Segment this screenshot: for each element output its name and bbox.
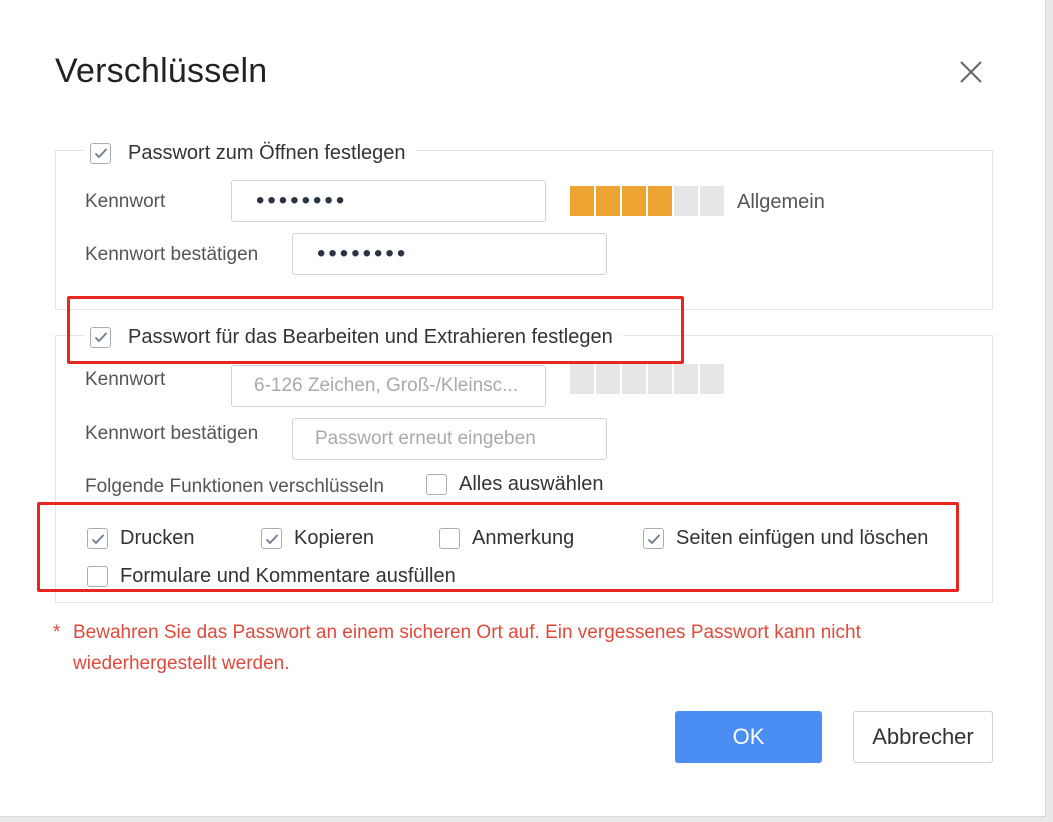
warning-asterisk: * (53, 622, 61, 643)
option-drucken-label: Drucken (120, 527, 195, 549)
option-kopieren[interactable]: Kopieren (261, 527, 374, 550)
edit-password-confirm-input[interactable]: Passwort erneut eingeben (292, 418, 607, 460)
strength-segment (570, 186, 594, 216)
edit-password-input[interactable]: 6-126 Zeichen, Groß-/Kleinsc... (231, 365, 546, 407)
option-drucken[interactable]: Drucken (87, 527, 194, 550)
open-password-strength-text: Allgemein (737, 191, 825, 213)
edit-password-strength-meter (570, 364, 724, 394)
checkmark-icon (91, 533, 104, 544)
warning-message: Bewahren Sie das Passwort an einem siche… (73, 622, 861, 674)
open-password-input[interactable]: •••••••• (231, 180, 546, 222)
option-kopieren-label: Kopieren (294, 527, 375, 549)
strength-segment (674, 186, 698, 216)
warning-text: * Bewahren Sie das Passwort an einem sic… (53, 617, 953, 679)
edit-password-confirm-label: Kennwort bestätigen (85, 423, 259, 444)
cancel-button[interactable]: Abbrecher (853, 711, 993, 763)
close-button[interactable] (956, 57, 986, 87)
encrypt-dialog: Verschlüsseln Passwort zum Öffnen festle… (0, 0, 1046, 817)
option-formulare[interactable]: Formulare und Kommentare ausfüllen (87, 565, 456, 588)
checkmark-icon (647, 533, 660, 544)
edit-password-checkbox-label: Passwort für das Bearbeiten und Extrahie… (128, 325, 613, 348)
functions-label: Folgende Funktionen verschlüsseln (85, 476, 384, 497)
select-all-option[interactable]: Alles auswählen (426, 473, 604, 496)
strength-segment (648, 364, 672, 394)
dialog-title: Verschlüsseln (55, 52, 268, 90)
strength-segment (700, 186, 724, 216)
checkmark-icon (94, 148, 107, 159)
open-password-group (55, 150, 993, 310)
open-password-confirm-label: Kennwort bestätigen (85, 244, 259, 265)
edit-password-legend[interactable]: Passwort für das Bearbeiten und Extrahie… (84, 322, 623, 352)
strength-segment (674, 364, 698, 394)
strength-segment (596, 364, 620, 394)
option-drucken-checkbox[interactable] (87, 528, 108, 549)
checkmark-icon (94, 332, 107, 343)
option-anmerkung[interactable]: Anmerkung (439, 527, 574, 550)
edit-password-label: Kennwort (85, 369, 166, 390)
option-formulare-label: Formulare und Kommentare ausfüllen (120, 565, 456, 587)
strength-segment (570, 364, 594, 394)
checkmark-icon (265, 533, 278, 544)
strength-segment (622, 364, 646, 394)
option-anmerkung-checkbox[interactable] (439, 528, 460, 549)
open-password-legend[interactable]: Passwort zum Öffnen festlegen (84, 138, 416, 168)
open-password-strength-meter (570, 186, 724, 216)
open-password-checkbox-label: Passwort zum Öffnen festlegen (128, 141, 406, 164)
strength-segment (700, 364, 724, 394)
open-password-label: Kennwort (85, 191, 166, 212)
open-password-checkbox[interactable] (90, 142, 111, 164)
close-icon (960, 61, 982, 83)
strength-segment (648, 186, 672, 216)
option-anmerkung-label: Anmerkung (472, 527, 575, 549)
option-seiten-einfuegen[interactable]: Seiten einfügen und löschen (643, 527, 928, 550)
option-kopieren-checkbox[interactable] (261, 528, 282, 549)
edit-password-checkbox[interactable] (90, 326, 111, 348)
strength-segment (596, 186, 620, 216)
ok-button[interactable]: OK (675, 711, 822, 763)
option-seiten-einfuegen-label: Seiten einfügen und löschen (676, 527, 929, 549)
option-seiten-einfuegen-checkbox[interactable] (643, 528, 664, 549)
option-formulare-checkbox[interactable] (87, 566, 108, 587)
open-password-confirm-input[interactable]: •••••••• (292, 233, 607, 275)
select-all-checkbox[interactable] (426, 474, 447, 495)
strength-segment (622, 186, 646, 216)
select-all-label: Alles auswählen (459, 473, 604, 495)
